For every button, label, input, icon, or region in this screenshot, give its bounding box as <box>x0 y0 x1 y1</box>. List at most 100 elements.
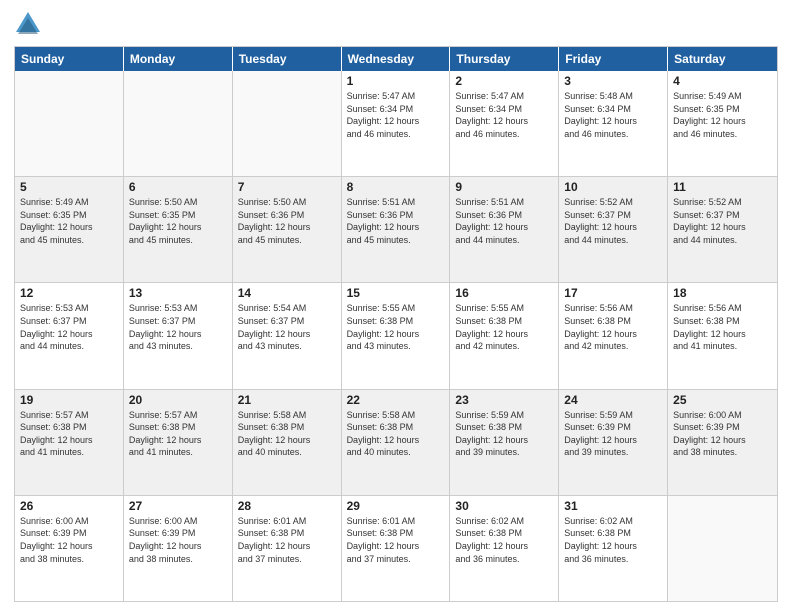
header-cell-saturday: Saturday <box>668 47 777 71</box>
day-info: Sunrise: 5:55 AM Sunset: 6:38 PM Dayligh… <box>455 302 553 352</box>
day-info: Sunrise: 5:53 AM Sunset: 6:37 PM Dayligh… <box>20 302 118 352</box>
day-info: Sunrise: 5:53 AM Sunset: 6:37 PM Dayligh… <box>129 302 227 352</box>
cal-cell-r4-c1: 27 Sunrise: 6:00 AM Sunset: 6:39 PM Dayli… <box>124 496 233 601</box>
day-number: 14 <box>238 286 336 300</box>
day-info: Sunrise: 5:49 AM Sunset: 6:35 PM Dayligh… <box>673 90 772 140</box>
day-number: 12 <box>20 286 118 300</box>
day-info: Sunrise: 5:47 AM Sunset: 6:34 PM Dayligh… <box>347 90 445 140</box>
header <box>14 10 778 38</box>
header-cell-friday: Friday <box>559 47 668 71</box>
cal-cell-r1-c1: 6 Sunrise: 5:50 AM Sunset: 6:35 PM Daylig… <box>124 177 233 282</box>
day-number: 15 <box>347 286 445 300</box>
cal-cell-r2-c0: 12 Sunrise: 5:53 AM Sunset: 6:37 PM Dayli… <box>15 283 124 388</box>
cal-cell-r2-c5: 17 Sunrise: 5:56 AM Sunset: 6:38 PM Dayli… <box>559 283 668 388</box>
cal-cell-r4-c0: 26Sunrise: 6:00 AM Sunset: 6:39 PM Dayli… <box>15 496 124 601</box>
day-info: Sunrise: 5:50 AM Sunset: 6:35 PM Dayligh… <box>129 196 227 246</box>
day-info: Sunrise: 5:56 AM Sunset: 6:38 PM Dayligh… <box>564 302 662 352</box>
cal-cell-r3-c3: 22 Sunrise: 5:58 AM Sunset: 6:38 PM Dayli… <box>342 390 451 495</box>
header-cell-tuesday: Tuesday <box>233 47 342 71</box>
day-number: 26 <box>20 499 118 513</box>
day-number: 4 <box>673 74 772 88</box>
cal-cell-r4-c6 <box>668 496 777 601</box>
cal-cell-r3-c2: 21 Sunrise: 5:58 AM Sunset: 6:38 PM Dayli… <box>233 390 342 495</box>
calendar-header-row: SundayMondayTuesdayWednesdayThursdayFrid… <box>15 47 777 71</box>
day-info: Sunrise: 5:51 AM Sunset: 6:36 PM Dayligh… <box>347 196 445 246</box>
cal-cell-r4-c5: 31Sunrise: 6:02 AM Sunset: 6:38 PM Dayli… <box>559 496 668 601</box>
day-number: 5 <box>20 180 118 194</box>
day-number: 3 <box>564 74 662 88</box>
header-cell-wednesday: Wednesday <box>342 47 451 71</box>
day-number: 28 <box>238 499 336 513</box>
cal-cell-r0-c0 <box>15 71 124 176</box>
cal-cell-r3-c4: 23Sunrise: 5:59 AM Sunset: 6:38 PM Dayli… <box>450 390 559 495</box>
cal-cell-r2-c4: 16 Sunrise: 5:55 AM Sunset: 6:38 PM Dayli… <box>450 283 559 388</box>
day-info: Sunrise: 5:48 AM Sunset: 6:34 PM Dayligh… <box>564 90 662 140</box>
cal-cell-r1-c0: 5 Sunrise: 5:49 AM Sunset: 6:35 PM Daylig… <box>15 177 124 282</box>
day-number: 7 <box>238 180 336 194</box>
cal-cell-r4-c3: 29Sunrise: 6:01 AM Sunset: 6:38 PM Dayli… <box>342 496 451 601</box>
cal-cell-r3-c1: 20Sunrise: 5:57 AM Sunset: 6:38 PM Dayli… <box>124 390 233 495</box>
day-number: 8 <box>347 180 445 194</box>
cal-cell-r1-c2: 7 Sunrise: 5:50 AM Sunset: 6:36 PM Daylig… <box>233 177 342 282</box>
day-info: Sunrise: 6:01 AM Sunset: 6:38 PM Dayligh… <box>347 515 445 565</box>
day-info: Sunrise: 5:59 AM Sunset: 6:38 PM Dayligh… <box>455 409 553 459</box>
header-cell-thursday: Thursday <box>450 47 559 71</box>
cal-cell-r4-c4: 30 Sunrise: 6:02 AM Sunset: 6:38 PM Dayli… <box>450 496 559 601</box>
cal-cell-r0-c2 <box>233 71 342 176</box>
day-number: 21 <box>238 393 336 407</box>
day-info: Sunrise: 5:54 AM Sunset: 6:37 PM Dayligh… <box>238 302 336 352</box>
day-number: 22 <box>347 393 445 407</box>
cal-cell-r3-c5: 24 Sunrise: 5:59 AM Sunset: 6:39 PM Dayli… <box>559 390 668 495</box>
cal-cell-r0-c4: 2 Sunrise: 5:47 AM Sunset: 6:34 PM Daylig… <box>450 71 559 176</box>
header-cell-monday: Monday <box>124 47 233 71</box>
cal-cell-r0-c1 <box>124 71 233 176</box>
day-info: Sunrise: 5:58 AM Sunset: 6:38 PM Dayligh… <box>347 409 445 459</box>
day-number: 16 <box>455 286 553 300</box>
day-info: Sunrise: 6:02 AM Sunset: 6:38 PM Dayligh… <box>455 515 553 565</box>
day-number: 6 <box>129 180 227 194</box>
day-info: Sunrise: 5:52 AM Sunset: 6:37 PM Dayligh… <box>673 196 772 246</box>
cal-cell-r3-c6: 25 Sunrise: 6:00 AM Sunset: 6:39 PM Dayli… <box>668 390 777 495</box>
cal-cell-r2-c3: 15 Sunrise: 5:55 AM Sunset: 6:38 PM Dayli… <box>342 283 451 388</box>
day-info: Sunrise: 5:55 AM Sunset: 6:38 PM Dayligh… <box>347 302 445 352</box>
day-number: 10 <box>564 180 662 194</box>
day-info: Sunrise: 5:59 AM Sunset: 6:39 PM Dayligh… <box>564 409 662 459</box>
cal-cell-r1-c5: 10 Sunrise: 5:52 AM Sunset: 6:37 PM Dayli… <box>559 177 668 282</box>
calendar-row-1: 5 Sunrise: 5:49 AM Sunset: 6:35 PM Daylig… <box>15 176 777 282</box>
calendar-body: 1 Sunrise: 5:47 AM Sunset: 6:34 PM Daylig… <box>15 71 777 601</box>
day-info: Sunrise: 5:50 AM Sunset: 6:36 PM Dayligh… <box>238 196 336 246</box>
day-info: Sunrise: 5:47 AM Sunset: 6:34 PM Dayligh… <box>455 90 553 140</box>
day-info: Sunrise: 6:00 AM Sunset: 6:39 PM Dayligh… <box>673 409 772 459</box>
day-number: 27 <box>129 499 227 513</box>
day-info: Sunrise: 6:00 AM Sunset: 6:39 PM Dayligh… <box>129 515 227 565</box>
calendar-row-2: 12 Sunrise: 5:53 AM Sunset: 6:37 PM Dayli… <box>15 282 777 388</box>
day-number: 1 <box>347 74 445 88</box>
logo-icon <box>14 10 42 38</box>
cal-cell-r0-c3: 1 Sunrise: 5:47 AM Sunset: 6:34 PM Daylig… <box>342 71 451 176</box>
day-number: 24 <box>564 393 662 407</box>
header-cell-sunday: Sunday <box>15 47 124 71</box>
logo <box>14 10 46 38</box>
day-info: Sunrise: 5:52 AM Sunset: 6:37 PM Dayligh… <box>564 196 662 246</box>
day-info: Sunrise: 5:57 AM Sunset: 6:38 PM Dayligh… <box>129 409 227 459</box>
day-info: Sunrise: 6:02 AM Sunset: 6:38 PM Dayligh… <box>564 515 662 565</box>
day-number: 30 <box>455 499 553 513</box>
day-number: 25 <box>673 393 772 407</box>
cal-cell-r2-c2: 14 Sunrise: 5:54 AM Sunset: 6:37 PM Dayli… <box>233 283 342 388</box>
day-number: 11 <box>673 180 772 194</box>
day-number: 2 <box>455 74 553 88</box>
cal-cell-r1-c4: 9 Sunrise: 5:51 AM Sunset: 6:36 PM Daylig… <box>450 177 559 282</box>
day-info: Sunrise: 5:51 AM Sunset: 6:36 PM Dayligh… <box>455 196 553 246</box>
day-info: Sunrise: 5:57 AM Sunset: 6:38 PM Dayligh… <box>20 409 118 459</box>
day-info: Sunrise: 5:58 AM Sunset: 6:38 PM Dayligh… <box>238 409 336 459</box>
day-number: 9 <box>455 180 553 194</box>
calendar-row-3: 19Sunrise: 5:57 AM Sunset: 6:38 PM Dayli… <box>15 389 777 495</box>
calendar: SundayMondayTuesdayWednesdayThursdayFrid… <box>14 46 778 602</box>
calendar-row-0: 1 Sunrise: 5:47 AM Sunset: 6:34 PM Daylig… <box>15 71 777 176</box>
page: SundayMondayTuesdayWednesdayThursdayFrid… <box>0 0 792 612</box>
day-info: Sunrise: 5:49 AM Sunset: 6:35 PM Dayligh… <box>20 196 118 246</box>
day-info: Sunrise: 6:01 AM Sunset: 6:38 PM Dayligh… <box>238 515 336 565</box>
day-info: Sunrise: 5:56 AM Sunset: 6:38 PM Dayligh… <box>673 302 772 352</box>
day-number: 17 <box>564 286 662 300</box>
calendar-row-4: 26 Sunrise: 6:00 AM Sunset: 6:39 PM Dayli… <box>15 495 777 601</box>
